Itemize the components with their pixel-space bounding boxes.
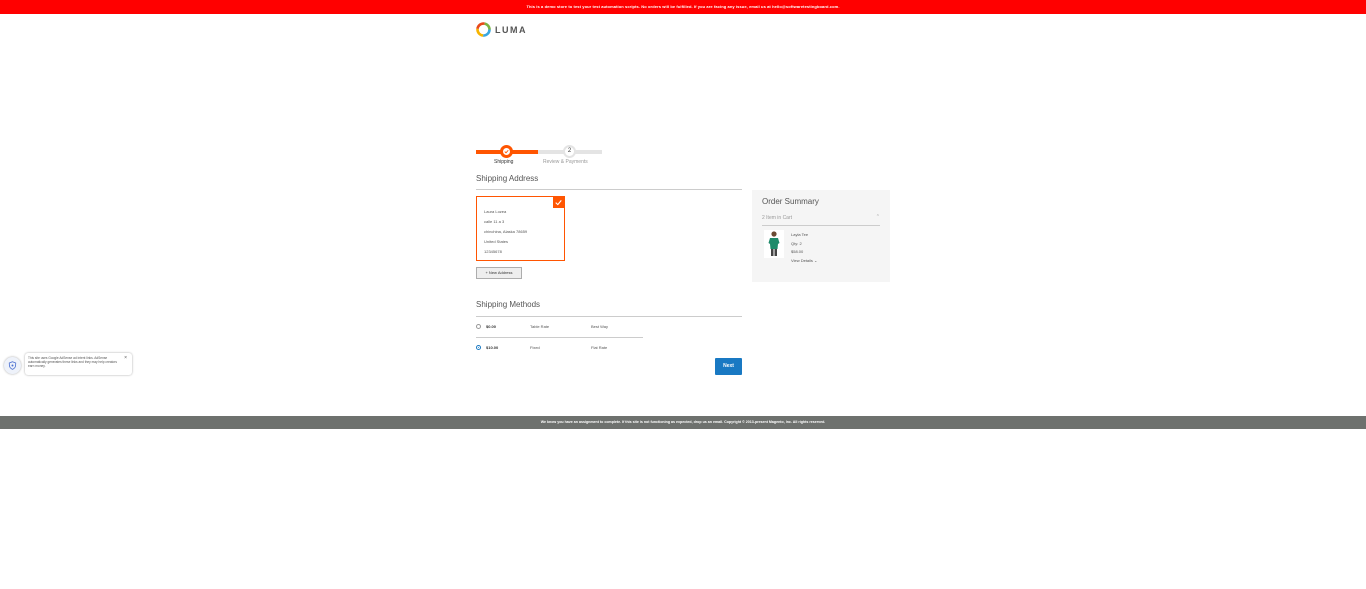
chevron-up-icon[interactable]: ⌃	[876, 214, 880, 220]
shipping-price: $10.00	[486, 345, 499, 350]
selected-address-card[interactable]: Laura Lozea calle 11 a 3 chinchina, Alas…	[476, 196, 565, 261]
shipping-option-table-rate[interactable]: $0.00 Table Rate Best Way	[476, 322, 643, 332]
step-review-label[interactable]: Review & Payments	[543, 159, 588, 165]
shipping-method-name: Table Rate	[530, 324, 550, 329]
footer-notice: We know you have an assignment to comple…	[0, 416, 1366, 429]
logo-text: LUMA	[495, 24, 527, 35]
product-qty: Qty: 2	[791, 240, 802, 246]
section-divider	[476, 316, 742, 317]
address-city: chinchina, Alaska 78659	[484, 229, 528, 234]
address-country: United States	[484, 239, 509, 244]
luma-logo[interactable]: LUMA	[476, 22, 527, 37]
shipping-address-title: Shipping Address	[476, 174, 539, 183]
shipping-option-flat-rate[interactable]: $10.00 Fixed Flat Rate	[476, 343, 643, 353]
adsense-shield-button[interactable]	[4, 357, 21, 374]
shipping-radio-table-rate[interactable]	[476, 324, 481, 329]
new-address-button[interactable]: + New Address	[476, 267, 522, 279]
demo-notice-banner: This is a demo store to test your test a…	[0, 0, 1366, 14]
checkmark-icon	[504, 149, 509, 154]
shipping-carrier-name: Best Way	[591, 324, 608, 329]
shipping-method-name: Fixed	[530, 345, 540, 350]
shipping-methods-title: Shipping Methods	[476, 300, 541, 309]
product-name: Layla Tee	[791, 232, 809, 237]
order-summary-panel: Order Summary 2 Item in Cart ⌃ Layla Tee…	[752, 190, 890, 282]
adsense-info-popup: This site uses Google AdSense ad intent …	[25, 353, 132, 375]
product-price: $58.00	[791, 249, 804, 254]
adsense-info-text: This site uses Google AdSense ad intent …	[28, 356, 117, 368]
summary-divider	[762, 225, 880, 226]
step-review-indicator[interactable]: 2	[563, 145, 576, 158]
shipping-price: $0.00	[486, 324, 497, 329]
selected-check-badge	[553, 197, 564, 208]
address-name: Laura Lozea	[484, 209, 507, 214]
address-details: Laura Lozea calle 11 a 3 chinchina, Alas…	[484, 207, 527, 257]
address-phone: 12345678	[484, 249, 502, 254]
step-shipping-indicator	[500, 145, 513, 158]
product-thumbnail	[764, 230, 784, 258]
close-icon[interactable]: ×	[124, 355, 127, 361]
shield-icon	[8, 361, 17, 370]
items-in-cart-toggle[interactable]: 2 Item in Cart	[762, 215, 792, 221]
next-button[interactable]: Next	[715, 358, 742, 375]
address-street: calle 11 a 3	[484, 219, 505, 224]
shipping-radio-flat-rate[interactable]	[476, 345, 481, 350]
section-divider	[476, 189, 742, 190]
luma-logo-icon	[476, 22, 491, 37]
order-summary-title: Order Summary	[762, 197, 819, 206]
product-details: Layla Tee Qty: 2 $58.00 View Details ⌄	[791, 231, 817, 265]
shipping-carrier-name: Flat Rate	[591, 345, 608, 350]
shipping-option-divider	[476, 337, 643, 338]
checkmark-icon	[555, 200, 562, 206]
step-shipping-label: Shipping	[494, 159, 514, 165]
view-details-toggle[interactable]: View Details ⌄	[791, 257, 817, 266]
